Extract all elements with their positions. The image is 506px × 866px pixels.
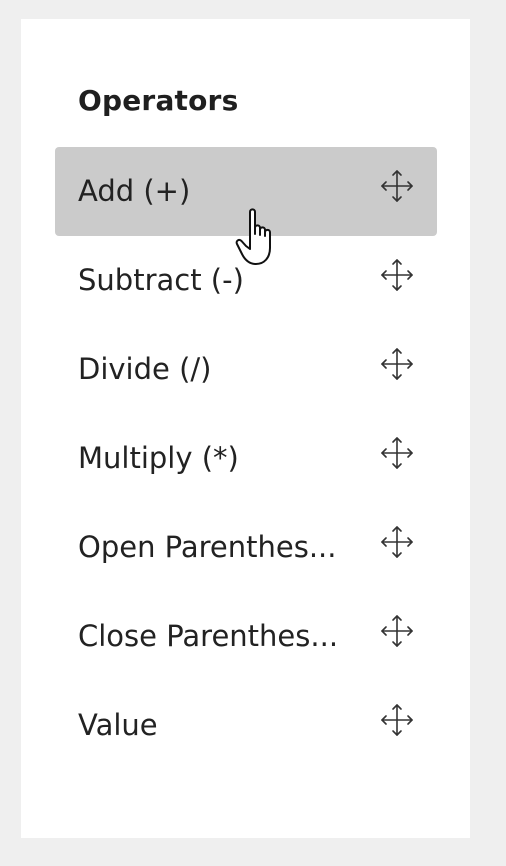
operator-label: Divide (/) bbox=[78, 352, 212, 386]
operator-label: Multiply (*) bbox=[78, 441, 239, 475]
move-icon[interactable] bbox=[378, 612, 416, 650]
move-icon[interactable] bbox=[378, 256, 416, 294]
operators-panel: Operators Add (+) Subtract (-) Divide (/… bbox=[21, 19, 470, 838]
move-icon[interactable] bbox=[378, 434, 416, 472]
hand-pointer-icon bbox=[234, 206, 284, 270]
operator-item-multiply[interactable]: Multiply (*) bbox=[55, 414, 437, 503]
operator-item-value[interactable]: Value bbox=[55, 681, 437, 770]
operator-label: Subtract (-) bbox=[78, 263, 244, 297]
operator-label: Value bbox=[78, 708, 158, 742]
move-icon[interactable] bbox=[378, 167, 416, 205]
operator-label: Close Parenthes... bbox=[78, 619, 339, 653]
operator-label: Add (+) bbox=[78, 174, 191, 208]
operator-label: Open Parenthes... bbox=[78, 530, 337, 564]
move-icon[interactable] bbox=[378, 701, 416, 739]
operator-item-open-parenthesis[interactable]: Open Parenthes... bbox=[55, 503, 437, 592]
operator-item-divide[interactable]: Divide (/) bbox=[55, 325, 437, 414]
move-icon[interactable] bbox=[378, 523, 416, 561]
panel-title: Operators bbox=[78, 84, 239, 117]
operator-item-close-parenthesis[interactable]: Close Parenthes... bbox=[55, 592, 437, 681]
move-icon[interactable] bbox=[378, 345, 416, 383]
